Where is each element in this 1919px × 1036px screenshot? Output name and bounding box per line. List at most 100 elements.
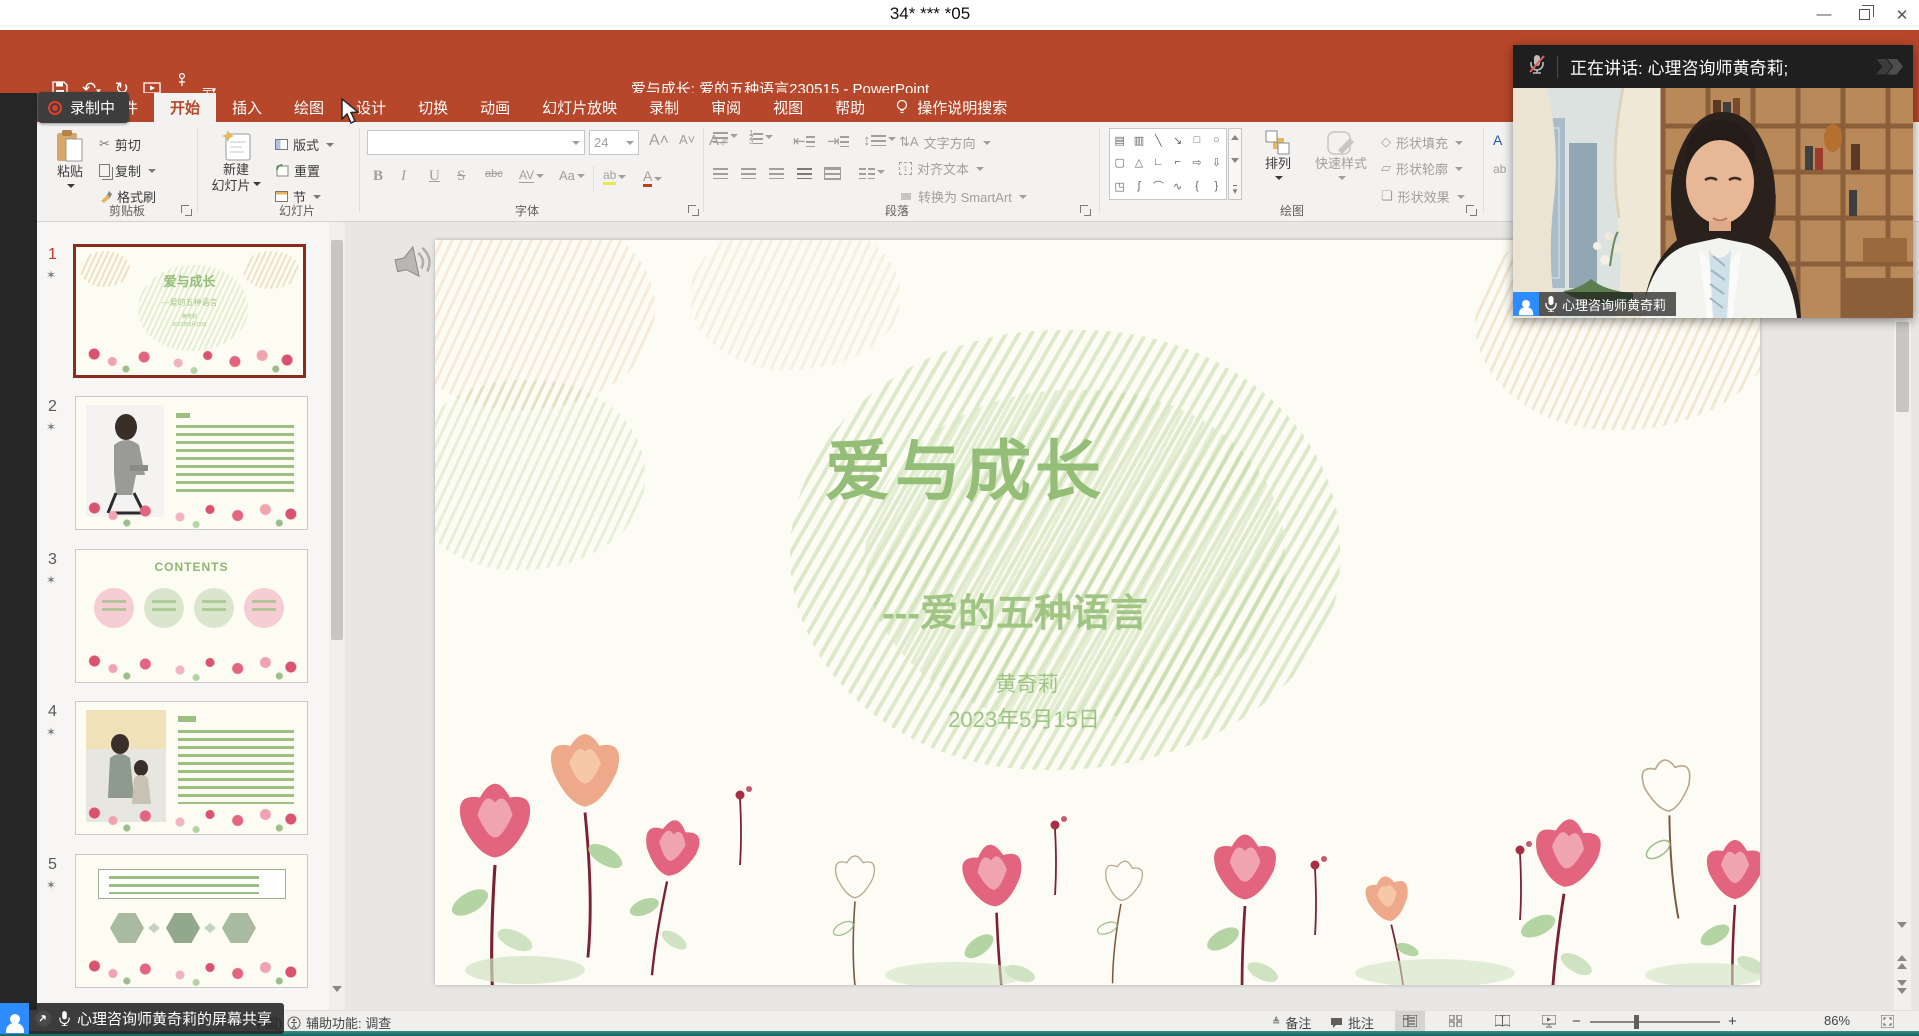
change-case-button[interactable]: Aa <box>559 168 585 183</box>
increase-indent-button[interactable]: ⇥ <box>827 132 849 150</box>
text-direction-button[interactable]: ⇅A文字方向 <box>899 130 991 154</box>
shrink-font-button[interactable]: A˅ <box>679 132 695 147</box>
accessibility-icon <box>287 1016 301 1030</box>
animation-star-icon[interactable]: ✶ <box>46 268 56 282</box>
slide-thumbnail-5[interactable] <box>75 854 308 988</box>
audio-speaker-icon[interactable] <box>388 236 440 293</box>
previous-slide-button[interactable] <box>1897 950 1907 969</box>
bold-button[interactable]: B <box>373 168 383 185</box>
slideshow-view-button[interactable] <box>1534 1011 1564 1031</box>
shapes-gallery-scrollbar[interactable]: ▾ <box>1228 128 1242 200</box>
line-spacing-button[interactable]: ↕ <box>863 132 896 149</box>
tab-slideshow[interactable]: 幻灯片放映 <box>526 93 633 122</box>
bullets-button[interactable] <box>713 132 738 143</box>
columns-button[interactable] <box>859 168 885 179</box>
thumb-subtitle: ---爱的五种语言 <box>76 297 303 308</box>
clear-strike-button[interactable]: abc <box>485 168 503 180</box>
slide-thumbnail-3[interactable]: CONTENTS <box>75 549 308 683</box>
font-dialog-launcher[interactable] <box>687 204 699 216</box>
shape-outline-button[interactable]: ▱形状轮廓 <box>1381 156 1463 180</box>
animation-star-icon[interactable]: ✶ <box>46 420 56 434</box>
layout-button[interactable]: 版式 <box>275 132 334 156</box>
shape-effects-button[interactable]: ❏形状效果 <box>1381 184 1465 208</box>
font-size-combo[interactable]: 24 <box>589 130 639 155</box>
underline-button[interactable]: U <box>429 168 440 185</box>
slide-editing-area: 爱与成长 ---爱的五种语言 黄奇莉 2023年5月15日 <box>345 222 1919 1010</box>
zoom-slider-track[interactable] <box>1590 1021 1720 1023</box>
font-color-button[interactable]: A <box>643 168 662 187</box>
animation-star-icon[interactable]: ✶ <box>46 725 56 739</box>
shape-fill-button[interactable]: ◇形状填充 <box>1381 130 1463 154</box>
font-name-combo[interactable] <box>367 130 585 155</box>
tab-help[interactable]: 帮助 <box>819 93 881 122</box>
notes-button[interactable]: ≜备注 <box>1272 1013 1311 1032</box>
tab-transitions[interactable]: 切换 <box>402 93 464 122</box>
numbering-button[interactable]: 123 <box>749 132 773 144</box>
comments-button[interactable]: 批注 <box>1330 1013 1374 1032</box>
slide-thumbnail-1[interactable]: 爱与成长 ---爱的五种语言 黄奇莉 2023年5月15日 <box>73 244 306 378</box>
arrange-button[interactable]: 排列 <box>1252 130 1304 188</box>
reading-view-button[interactable] <box>1487 1011 1517 1031</box>
replace-button-partial[interactable]: ab <box>1493 162 1506 176</box>
animation-star-icon[interactable]: ✶ <box>46 573 56 587</box>
accessibility-status[interactable]: 辅助功能: 调查 <box>287 1013 391 1032</box>
tab-animations[interactable]: 动画 <box>464 93 526 122</box>
zoom-percentage[interactable]: 86% <box>1824 1013 1850 1028</box>
new-slide-button[interactable]: 新建 幻灯片 <box>205 130 267 194</box>
character-spacing-button[interactable]: AV <box>519 168 544 183</box>
find-button-partial[interactable]: A <box>1493 132 1502 148</box>
next-slide-button[interactable] <box>1897 980 1907 999</box>
slide-thumbnail-4[interactable] <box>75 701 308 835</box>
slide-scrollbar-thumb[interactable] <box>1896 322 1909 412</box>
decrease-indent-button[interactable]: ⇤ <box>793 132 815 150</box>
scroll-down-arrow[interactable] <box>332 992 342 1010</box>
zoom-in-button[interactable]: + <box>1728 1013 1737 1030</box>
slide-thumbnail-2[interactable] <box>75 396 308 530</box>
reset-button[interactable]: 重置 <box>275 158 320 182</box>
clipboard-dialog-launcher[interactable] <box>180 204 192 216</box>
paste-button[interactable]: 粘贴 <box>45 130 95 196</box>
drawing-dialog-launcher[interactable] <box>1465 204 1477 216</box>
slide-sorter-view-button[interactable] <box>1440 1011 1470 1031</box>
meeting-video-overlay[interactable]: 正在讲话: 心理咨询师黄奇莉; <box>1513 45 1913 318</box>
cut-button[interactable]: ✂剪切 <box>99 132 141 156</box>
align-left-button[interactable] <box>713 168 728 179</box>
align-center-button[interactable] <box>741 168 756 179</box>
zoom-out-button[interactable]: − <box>1572 1013 1581 1030</box>
tab-view[interactable]: 视图 <box>757 93 819 122</box>
comments-icon <box>1330 1017 1343 1029</box>
shapes-gallery[interactable]: ▤▥╲↘□○ ▢△∟⌐⇨⇩ ◳ʃ⌒∿{} <box>1109 128 1227 200</box>
tab-review[interactable]: 审阅 <box>695 93 757 122</box>
align-right-button[interactable] <box>769 168 784 179</box>
animation-star-icon[interactable]: ✶ <box>46 878 56 892</box>
copy-button[interactable]: 复制 <box>99 158 156 182</box>
slide-canvas[interactable]: 爱与成长 ---爱的五种语言 黄奇莉 2023年5月15日 <box>435 240 1760 985</box>
tab-record[interactable]: 录制 <box>633 93 695 122</box>
align-text-button[interactable]: ↕对齐文本 <box>899 156 984 180</box>
italic-button[interactable]: I <box>401 168 406 185</box>
restore-button[interactable] <box>1845 0 1883 29</box>
group-separator <box>197 128 198 212</box>
strikethrough-button[interactable]: S <box>457 168 465 185</box>
tell-me-search[interactable]: 操作说明搜索 <box>881 93 1007 122</box>
tab-insert[interactable]: 插入 <box>216 93 278 122</box>
zoom-slider-thumb[interactable] <box>1634 1015 1639 1029</box>
justify-button[interactable] <box>797 168 812 179</box>
tab-home[interactable]: 开始 <box>154 93 216 122</box>
screen-share-pill[interactable]: 心理咨询师黄奇莉的屏幕共享 <box>0 1003 284 1034</box>
thumbnail-scrollbar[interactable] <box>329 222 345 1010</box>
minimize-button[interactable]: — <box>1805 0 1843 29</box>
paragraph-dialog-launcher[interactable] <box>1079 204 1091 216</box>
speaking-label: 正在讲话: 心理咨询师黄奇莉; <box>1570 54 1788 79</box>
close-button[interactable]: ✕ <box>1883 0 1919 29</box>
normal-view-button[interactable] <box>1395 1011 1425 1031</box>
tab-draw[interactable]: 绘图 <box>278 93 340 122</box>
grow-font-button[interactable]: A˄ <box>649 132 669 150</box>
quick-styles-button[interactable]: 快速样式 <box>1309 130 1373 188</box>
scroll-down-arrow[interactable] <box>1897 928 1907 946</box>
distribute-button[interactable] <box>825 168 840 179</box>
fit-slide-button[interactable] <box>1872 1011 1902 1031</box>
highlight-color-button[interactable]: ab <box>603 168 626 185</box>
slide-scrollbar[interactable] <box>1894 222 1911 1010</box>
scrollbar-thumb[interactable] <box>331 240 343 640</box>
